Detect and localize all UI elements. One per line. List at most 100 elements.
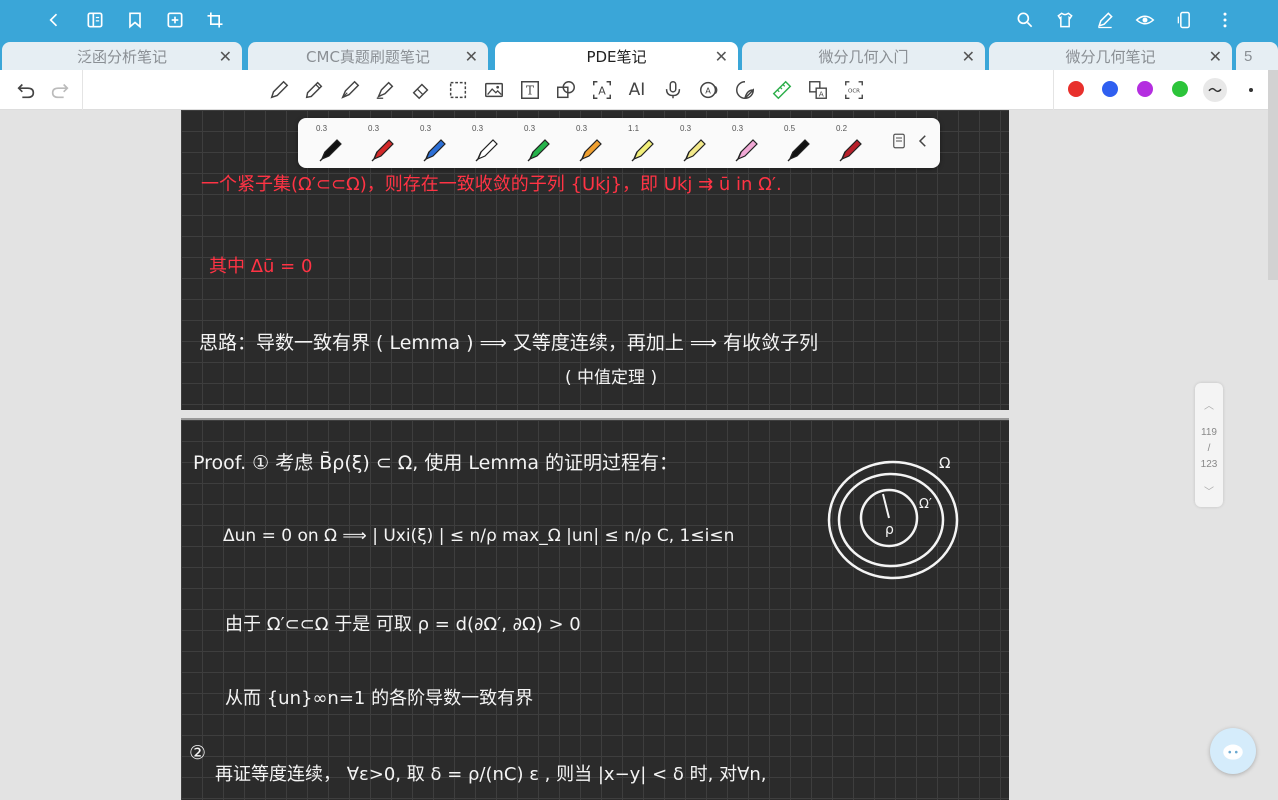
pen-size-label: 0.3 [524,124,536,133]
pen-preset[interactable]: 0.3 [458,122,508,166]
svg-text:A: A [819,89,824,98]
shape-icon[interactable] [554,78,578,102]
audio-record-icon[interactable]: A [697,78,721,102]
ruler-icon[interactable] [770,78,794,102]
close-icon[interactable]: ✕ [715,47,728,67]
ocr-icon[interactable]: OCR [842,78,866,102]
proof-line: Proof. ① 考虑 B̄ρ(ξ) ⊂ Ω, 使用 Lemma 的证明过程有： [193,452,679,474]
close-icon[interactable]: ✕ [1209,47,1222,67]
pen-size-label: 0.3 [316,124,328,133]
handwriting-line: 思路：导数一致有界 ( Lemma ) ⟹ 又等度连续，再加上 ⟹ 有收敛子列 [199,332,819,354]
tab-diff-geo-notes[interactable]: 微分几何笔记 ✕ [989,42,1232,70]
color-purple-swatch[interactable] [1137,81,1153,97]
tab-pde[interactable]: PDE笔记 ✕ [495,42,738,70]
divider [1053,70,1054,110]
diagram-label: Ω′ [919,497,932,512]
close-icon[interactable]: ✕ [465,47,478,67]
add-page-icon[interactable] [163,8,187,32]
sidebar-book-icon[interactable] [83,8,107,32]
pen-icon [423,139,446,162]
pen-preset[interactable]: 0.3 [562,122,612,166]
pen-icon [527,139,550,162]
pen-preset[interactable]: 0.2 [822,122,872,166]
pen-preset[interactable]: 0.5 [770,122,820,166]
diagram-label: Ω [939,454,950,472]
diagram-label: ρ [885,522,894,538]
translate-icon[interactable]: A [806,78,830,102]
microphone-icon[interactable] [661,78,685,102]
tab-diff-geo-intro[interactable]: 微分几何入门 ✕ [742,42,985,70]
pen-icon [475,139,498,162]
svg-text:A: A [705,86,711,96]
tab-label: 微分几何入门 [818,47,909,66]
text-box-icon[interactable]: T [518,78,542,102]
scrollbar[interactable] [1268,70,1278,280]
tab-label: 微分几何笔记 [1065,47,1156,66]
pen-preset[interactable]: 1.1 [614,122,664,166]
lasso-select-icon[interactable] [446,78,470,102]
pen-icon [787,139,810,162]
text-recognize-icon[interactable]: A [590,78,614,102]
tab-functional-analysis[interactable]: 泛函分析笔记 ✕ [2,42,242,70]
handwriting-line: ( 中值定理 ) [565,368,658,388]
pen-preset[interactable]: 0.3 [354,122,404,166]
crop-icon[interactable] [203,8,227,32]
pen-size-label: 0.2 [836,124,848,133]
more-vert-icon[interactable] [1213,8,1237,32]
pen-icon [683,139,706,162]
highlighter-icon[interactable] [373,78,397,102]
search-icon[interactable] [1013,8,1037,32]
pen-settings-icon[interactable] [890,132,910,154]
page-down-icon[interactable]: ﹀ [1195,483,1223,498]
pen-preset[interactable]: 0.3 [666,122,716,166]
color-blue-swatch[interactable] [1102,81,1118,97]
pen-size-label: 0.5 [784,124,796,133]
color-red-swatch[interactable] [1068,81,1084,97]
undo-icon[interactable] [14,78,38,102]
tab-count-label: 5 [1244,47,1253,65]
tab-label: CMC真题刷题笔记 [306,47,430,66]
pen-size-label: 0.3 [420,124,432,133]
stroke-style-icon[interactable] [1203,78,1227,102]
pen-preset[interactable]: 0.3 [406,122,456,166]
stroke-width-dot[interactable] [1249,88,1253,92]
image-icon[interactable] [482,78,506,102]
tab-count[interactable]: 5 [1236,42,1278,70]
domain-diagram: Ω Ω′ ρ [827,454,959,580]
handwriting-line: 其中 Δū = 0 [209,256,313,277]
fountain-pen-icon[interactable] [338,78,362,102]
pen-preset[interactable]: 0.3 [510,122,560,166]
phone-rotate-icon[interactable] [1173,8,1197,32]
tab-bar: 泛函分析笔记 ✕ CMC真题刷题笔记 ✕ PDE笔记 ✕ 微分几何入门 ✕ 微分… [0,40,1278,70]
pen-icon [631,139,654,162]
page-up-icon[interactable]: ︿ [1195,397,1223,412]
pen-size-label: 0.3 [732,124,744,133]
pen-preset[interactable]: 0.3 [718,122,768,166]
back-icon[interactable] [42,8,66,32]
pen-preset[interactable]: 0.3 [302,122,352,166]
pen-preset-strip: 0.2 0.5 0.3 0.3 1.1 0.3 0.3 0.3 0.3 0.3 0.3 [298,118,940,168]
canvas-area[interactable]: 一个紧子集(Ω′⊂⊂Ω)，则存在一致收敛的子列 {Ukj}，即 Ukj ⇉ ū … [0,110,1278,800]
tab-cmc[interactable]: CMC真题刷题笔记 ✕ [248,42,488,70]
svg-text:A: A [598,85,606,98]
pencil-icon[interactable] [302,78,326,102]
sticker-icon[interactable] [733,78,757,102]
shirt-theme-icon[interactable] [1053,8,1077,32]
assistant-icon[interactable] [1210,728,1256,774]
ai-button[interactable]: AI [625,78,649,102]
eye-icon[interactable] [1133,8,1157,32]
step-marker: ② [189,742,207,764]
pen-edit-icon[interactable] [1093,8,1117,32]
ballpen-icon[interactable] [267,78,291,102]
close-icon[interactable]: ✕ [219,47,232,67]
eraser-icon[interactable] [409,78,433,102]
close-icon[interactable]: ✕ [962,47,975,67]
pen-icon [735,139,758,162]
note-page[interactable]: Proof. ① 考虑 B̄ρ(ξ) ⊂ Ω, 使用 Lemma 的证明过程有：… [181,418,1009,800]
collapse-chevron-icon[interactable] [914,132,934,154]
color-green-swatch[interactable] [1172,81,1188,97]
redo-icon[interactable] [48,78,72,102]
bookmark-icon[interactable] [123,8,147,32]
page-indicator[interactable]: ︿ 119 / 123 ﹀ [1195,383,1223,507]
drawing-toolbar: T A AI A A OCR [0,70,1278,110]
